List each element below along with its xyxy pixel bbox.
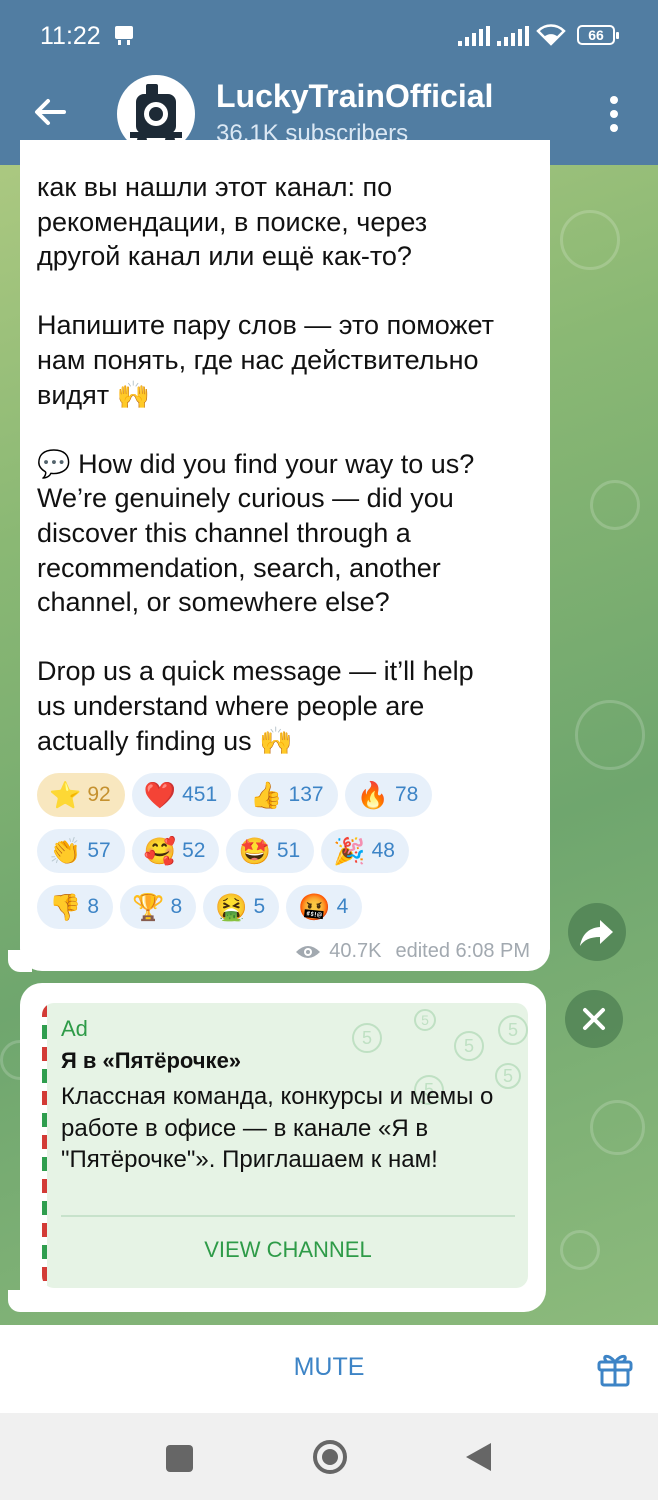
- channel-title[interactable]: LuckyTrainOfficial: [216, 78, 493, 115]
- ad-label: Ad: [61, 1016, 88, 1041]
- ad-pattern-five: 5: [454, 1031, 484, 1061]
- signal-icon: [458, 26, 490, 46]
- bottom-bar: MUTE: [0, 1325, 658, 1413]
- nav-back-button[interactable]: [463, 1441, 493, 1473]
- battery-icon: 66: [577, 25, 619, 45]
- reaction-heart[interactable]: ❤️ 451: [131, 773, 232, 817]
- status-bar: 11:22 66: [0, 0, 658, 70]
- system-nav-bar: [0, 1413, 658, 1500]
- view-channel-button[interactable]: VIEW CHANNEL: [61, 1225, 515, 1275]
- notification-icon: [115, 26, 133, 45]
- post-text-ru-2: Напишите пару слов — это поможет нам пон…: [37, 310, 495, 410]
- sponsored-message: 5 5 5 5 5 5 Ad Я в «Пятёрочке» Классная …: [20, 983, 546, 1312]
- ad-card[interactable]: 5 5 5 5 5 5 Ad Я в «Пятёрочке» Классная …: [42, 1003, 528, 1288]
- channel-post[interactable]: как вы нашли этот канал: по рекомендации…: [20, 140, 550, 971]
- gift-icon[interactable]: [596, 1350, 634, 1388]
- reactions-bar: ⭐ 92 ❤️ 451 👍 137 🔥 78 👏 57 🥰 52 🤩 51 🎉 48 👎 8 🏆 8…: [37, 773, 537, 941]
- ad-title: Я в «Пятёрочке»: [61, 1048, 242, 1073]
- reaction-star-struck[interactable]: 🤩 51: [226, 829, 315, 873]
- reaction-trophy[interactable]: 🏆 8: [120, 885, 197, 929]
- reaction-party-popper[interactable]: 🎉 48: [321, 829, 409, 873]
- post-text-ru-1: как вы нашли этот канал: по рекомендации…: [37, 172, 428, 272]
- reaction-smiling-hearts[interactable]: 🥰 52: [131, 829, 220, 873]
- eye-icon: [296, 945, 321, 958]
- close-icon: [583, 1008, 605, 1030]
- signal-icon: [497, 26, 529, 46]
- post-text-en-2: Drop us a quick message — it’ll help us …: [37, 656, 474, 756]
- close-ad-button[interactable]: [565, 990, 623, 1048]
- status-time: 11:22: [40, 22, 101, 50]
- edited-time: edited 6:08 PM: [395, 940, 530, 962]
- reaction-thumbs-down[interactable]: 👎 8: [37, 885, 114, 929]
- ad-pattern-five: 5: [498, 1015, 528, 1045]
- recents-button[interactable]: [166, 1445, 193, 1472]
- reaction-fire[interactable]: 🔥 78: [344, 773, 433, 817]
- more-vertical-icon[interactable]: [600, 92, 628, 136]
- back-arrow-icon[interactable]: [30, 92, 70, 132]
- post-text-en-1: 💬 How did you find your way to us? We’re…: [37, 448, 475, 618]
- ad-text: Классная команда, конкурсы и мемы о рабо…: [61, 1083, 494, 1173]
- post-meta: 40.7K edited 6:08 PM: [295, 940, 530, 963]
- view-count: 40.7K: [329, 940, 382, 962]
- mute-button[interactable]: MUTE: [0, 1325, 658, 1413]
- home-button[interactable]: [312, 1439, 348, 1475]
- reaction-clap[interactable]: 👏 57: [37, 829, 125, 873]
- wifi-icon: [536, 24, 566, 46]
- reaction-cursing[interactable]: 🤬 4: [286, 885, 363, 929]
- ad-pattern-five: 5: [414, 1009, 436, 1031]
- reaction-vomit[interactable]: 🤮 5: [203, 885, 280, 929]
- ad-divider: [61, 1215, 515, 1217]
- reaction-star[interactable]: ⭐ 92: [37, 773, 125, 817]
- forward-icon: [580, 920, 613, 946]
- forward-button[interactable]: [568, 903, 626, 961]
- reaction-thumbs-up[interactable]: 👍 137: [238, 773, 338, 817]
- ad-stripe: [42, 1003, 47, 1288]
- ad-pattern-five: 5: [352, 1023, 382, 1053]
